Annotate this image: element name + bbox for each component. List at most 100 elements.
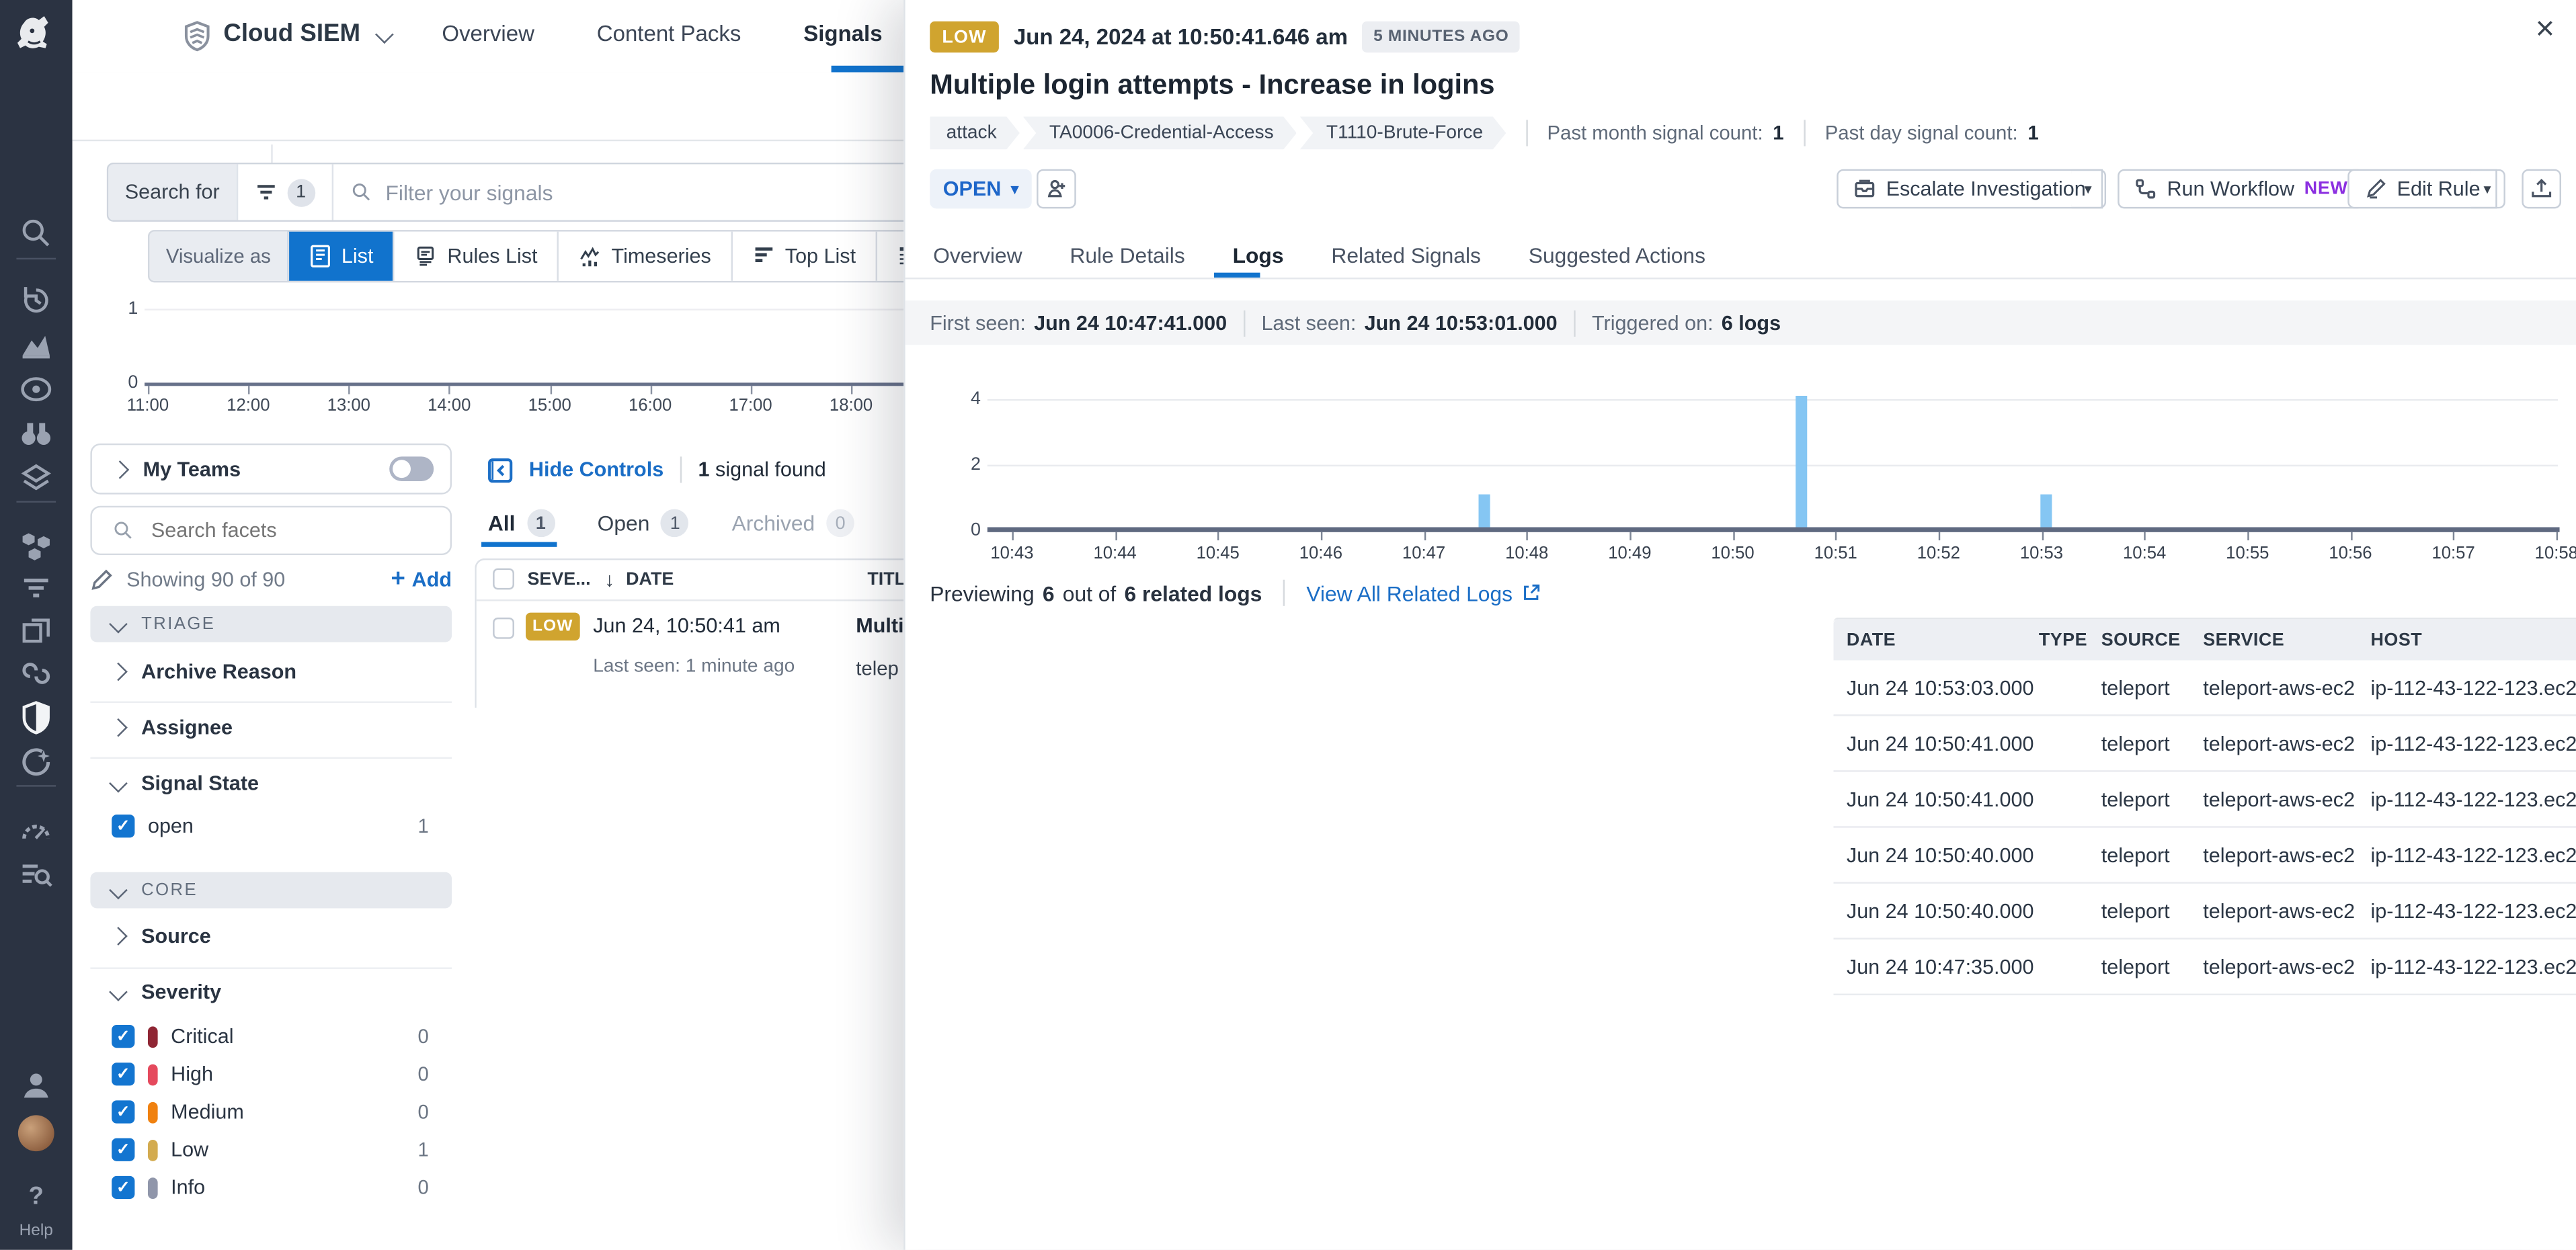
log-table-row[interactable]: Jun 24 10:53:03.000teleportteleport-aws-… bbox=[1833, 660, 2576, 716]
x-tick bbox=[1629, 532, 1631, 540]
user-avatar[interactable] bbox=[18, 1115, 54, 1151]
facet-value-open[interactable]: ✓open1 bbox=[90, 815, 452, 837]
chart-bar[interactable] bbox=[2041, 495, 2052, 528]
log-col-host[interactable]: HOST bbox=[2371, 630, 2576, 649]
facet-group-signal-state[interactable]: Signal State bbox=[90, 772, 452, 795]
col-severity[interactable]: SEVE... bbox=[527, 570, 590, 589]
col-date[interactable]: DATE bbox=[626, 570, 674, 589]
monitors-icon[interactable] bbox=[18, 371, 54, 407]
nav-tab-signals[interactable]: Signals bbox=[803, 22, 882, 46]
watchdog-icon[interactable] bbox=[18, 415, 54, 452]
col-title[interactable]: TITLE bbox=[867, 570, 905, 589]
panel-tab-rule-details[interactable]: Rule Details bbox=[1070, 243, 1184, 268]
facet-search-input[interactable] bbox=[148, 517, 401, 544]
log-table-row[interactable]: Jun 24 10:50:41.000teleportteleport-aws-… bbox=[1833, 716, 2576, 772]
facet-severity-high[interactable]: ✓High0 bbox=[90, 1062, 452, 1085]
edit-rule-dropdown-caret[interactable]: ▾ bbox=[2471, 169, 2505, 209]
filter-segment[interactable]: 1 bbox=[238, 164, 333, 220]
audit-trail-icon[interactable] bbox=[18, 856, 54, 892]
export-button[interactable] bbox=[2522, 169, 2561, 209]
results-tab-label: All bbox=[488, 511, 516, 536]
checkbox[interactable]: ✓ bbox=[112, 1062, 134, 1085]
checkbox[interactable]: ✓ bbox=[112, 815, 134, 837]
rum-icon[interactable] bbox=[18, 613, 54, 649]
results-tab-all[interactable]: All1 bbox=[488, 509, 555, 538]
signal-row[interactable]: LOW Jun 24, 10:50:41 am Last seen: 1 min… bbox=[477, 601, 905, 706]
log-table-row[interactable]: Jun 24 10:50:40.000teleportteleport-aws-… bbox=[1833, 828, 2576, 884]
dashboards-icon[interactable] bbox=[18, 460, 54, 496]
facet-severity-critical[interactable]: ✓Critical0 bbox=[90, 1025, 452, 1048]
tag-chip-t1110-brute-force[interactable]: T1110-Brute-Force bbox=[1300, 117, 1506, 150]
log-col-service[interactable]: SERVICE bbox=[2203, 630, 2370, 649]
checkbox[interactable]: ✓ bbox=[112, 1176, 134, 1199]
view-all-related-logs-link[interactable]: View All Related Logs bbox=[1306, 581, 1540, 606]
row-checkbox[interactable] bbox=[493, 618, 514, 639]
panel-tab-related-signals[interactable]: Related Signals bbox=[1331, 243, 1481, 268]
tag-chip-ta0006-credential-access[interactable]: TA0006-Credential-Access bbox=[1023, 117, 1297, 150]
panel-tab-suggested-actions[interactable]: Suggested Actions bbox=[1529, 243, 1705, 268]
my-teams-switch[interactable] bbox=[389, 456, 434, 481]
my-teams-toggle-row[interactable]: My Teams bbox=[90, 444, 452, 495]
visualize-option-top-list[interactable]: Top List bbox=[731, 232, 875, 281]
synthetics-icon[interactable] bbox=[18, 655, 54, 692]
datadog-logo-icon[interactable] bbox=[15, 15, 58, 58]
help-icon[interactable]: ? bbox=[18, 1183, 54, 1219]
tag-chip-attack[interactable]: attack bbox=[930, 117, 1020, 150]
facet-severity-info[interactable]: ✓Info0 bbox=[90, 1176, 452, 1199]
facet-group-assignee[interactable]: Assignee bbox=[90, 716, 452, 739]
checkbox[interactable]: ✓ bbox=[112, 1025, 134, 1048]
facet-group-archive-reason[interactable]: Archive Reason bbox=[90, 660, 452, 683]
signal-filter-input[interactable] bbox=[383, 178, 914, 206]
log-table-row[interactable]: Jun 24 10:47:35.000teleportteleport-aws-… bbox=[1833, 940, 2576, 995]
add-facet-button[interactable]: + Add bbox=[391, 567, 452, 591]
assign-user-button[interactable] bbox=[1037, 169, 1076, 209]
status-dropdown[interactable]: OPEN ▾ bbox=[930, 169, 1031, 209]
chart-bar[interactable] bbox=[1796, 396, 1807, 528]
logs-table-header: DATETYPESOURCESERVICEHOSTDESTINATION IPU… bbox=[1833, 619, 2576, 660]
facet-group-source[interactable]: Source bbox=[90, 925, 452, 948]
visualize-option-list[interactable]: List bbox=[287, 232, 393, 281]
security-shield-icon[interactable] bbox=[18, 700, 54, 736]
metrics-icon[interactable] bbox=[18, 327, 54, 363]
log-col-type[interactable]: TYPE bbox=[2039, 630, 2101, 649]
chart-bar[interactable] bbox=[1478, 495, 1490, 528]
logs-icon[interactable] bbox=[18, 570, 54, 606]
nav-tab-overview[interactable]: Overview bbox=[442, 22, 534, 46]
panel-tab-logs[interactable]: Logs bbox=[1233, 243, 1284, 268]
checkbox[interactable]: ✓ bbox=[112, 1138, 134, 1161]
gauge-icon[interactable] bbox=[18, 813, 54, 849]
pencil-icon[interactable] bbox=[90, 567, 113, 590]
results-tab-open[interactable]: Open1 bbox=[598, 509, 689, 538]
chevron-right-icon bbox=[111, 460, 130, 478]
infrastructure-icon[interactable] bbox=[18, 527, 54, 563]
x-tick bbox=[2557, 532, 2558, 540]
visualize-option-rules-list[interactable]: Rules List bbox=[393, 232, 557, 281]
close-icon[interactable]: × bbox=[2536, 13, 2555, 46]
log-col-date[interactable]: DATE bbox=[1847, 630, 2039, 649]
results-tab-archived[interactable]: Archived0 bbox=[732, 509, 854, 538]
log-table-row[interactable]: Jun 24 10:50:40.000teleportteleport-aws-… bbox=[1833, 884, 2576, 940]
log-cell-date: Jun 24 10:53:03.000 bbox=[1847, 676, 2039, 699]
panel-tab-overview[interactable]: Overview bbox=[933, 243, 1022, 268]
escalate-investigation-button[interactable]: Escalate Investigation bbox=[1837, 169, 2102, 209]
org-settings-icon[interactable] bbox=[18, 1068, 54, 1104]
service-management-icon[interactable] bbox=[18, 744, 54, 780]
select-all-checkbox[interactable] bbox=[493, 569, 514, 590]
checkbox[interactable]: ✓ bbox=[112, 1100, 134, 1123]
visualize-option-timeseries[interactable]: Timeseries bbox=[557, 232, 731, 281]
log-col-source[interactable]: SOURCE bbox=[2101, 630, 2204, 649]
search-icon[interactable] bbox=[18, 215, 54, 251]
log-table-row[interactable]: Jun 24 10:50:41.000teleportteleport-aws-… bbox=[1833, 772, 2576, 828]
hide-controls-button[interactable]: Hide Controls bbox=[529, 458, 663, 481]
facet-section-core[interactable]: CORE bbox=[90, 872, 452, 909]
nav-tab-content-packs[interactable]: Content Packs bbox=[597, 22, 741, 46]
product-switcher[interactable]: Cloud SIEM bbox=[223, 19, 360, 48]
facet-severity-medium[interactable]: ✓Medium0 bbox=[90, 1100, 452, 1123]
facet-severity-low[interactable]: ✓Low1 bbox=[90, 1138, 452, 1161]
run-workflow-button[interactable]: Run Workflow NEW bbox=[2118, 169, 2364, 209]
history-icon[interactable] bbox=[18, 282, 54, 319]
facet-section-triage[interactable]: TRIAGE bbox=[90, 606, 452, 642]
triggered-on-value: 6 logs bbox=[1722, 311, 1781, 334]
facet-group-severity[interactable]: Severity bbox=[90, 981, 452, 1003]
escalate-dropdown-caret[interactable]: ▾ bbox=[2072, 169, 2106, 209]
